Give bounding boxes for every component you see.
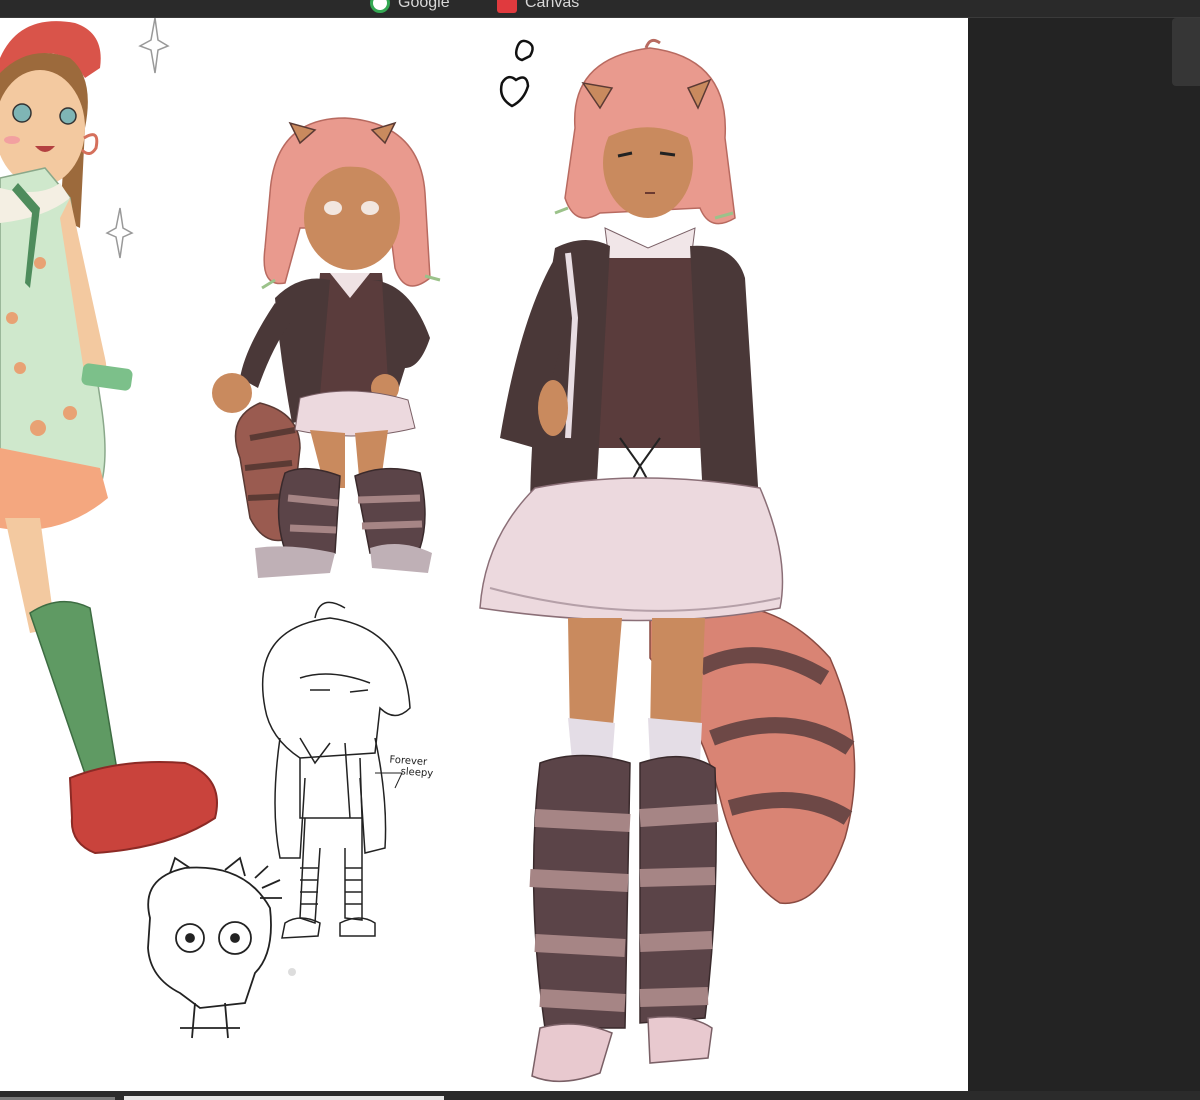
artwork-svg bbox=[0, 18, 856, 1083]
main-character bbox=[479, 38, 856, 1083]
panel-tab-handle[interactable] bbox=[1172, 18, 1200, 86]
annotation-forever-sleepy: Forever sleepy bbox=[388, 754, 434, 779]
bookmark-canvas[interactable]: Canvas bbox=[497, 0, 579, 13]
lineart-sketch-head bbox=[147, 856, 282, 1039]
canvas-icon bbox=[497, 0, 517, 13]
hearts-doodle bbox=[499, 39, 534, 108]
drawing-canvas[interactable]: Forever sleepy bbox=[0, 18, 968, 1091]
bookmark-google[interactable]: Google bbox=[370, 0, 450, 13]
bottom-tab-strip bbox=[0, 1091, 1200, 1100]
chibi-character bbox=[212, 117, 441, 578]
bookmark-label: Canvas bbox=[525, 0, 580, 11]
left-character bbox=[0, 21, 218, 855]
bottom-tab-active[interactable] bbox=[124, 1096, 444, 1100]
sparkle-mid bbox=[105, 207, 134, 259]
google-icon bbox=[370, 0, 390, 13]
bookmark-label: Google bbox=[398, 0, 450, 11]
sparkle-top bbox=[138, 18, 170, 74]
browser-bookmarks-bar: Google Canvas bbox=[0, 0, 1200, 18]
side-panel bbox=[968, 18, 1200, 1091]
